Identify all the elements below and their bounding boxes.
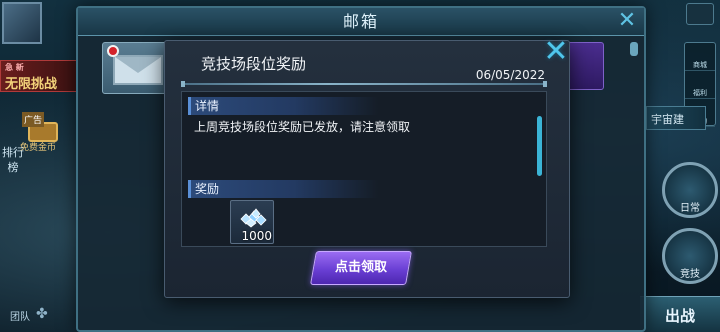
ad-tag: 广告 — [22, 112, 45, 127]
welfare-button[interactable]: 福利 — [685, 71, 715, 99]
shop-button[interactable]: 商城 — [685, 43, 715, 71]
leaderboard-button[interactable]: 排行榜 — [2, 145, 24, 175]
claim-button[interactable]: 点击领取 — [310, 251, 412, 285]
player-avatar[interactable] — [2, 2, 42, 44]
daily-button[interactable]: 日常 — [662, 162, 718, 218]
mail-date: 06/05/2022 — [475, 68, 545, 82]
free-gold-label: 免费金币 — [20, 143, 57, 153]
challenge-banner-badge: 急 新 — [5, 63, 24, 72]
settings-icon[interactable] — [686, 3, 714, 25]
team-icon[interactable]: ✤ — [36, 306, 56, 322]
claim-button-label: 点击领取 — [334, 260, 387, 275]
reward-count: 1000 — [241, 229, 272, 243]
unread-dot-icon — [107, 45, 119, 57]
rewards-section-label: 奖励 — [188, 180, 378, 198]
team-label[interactable]: 团队 — [10, 308, 30, 323]
details-section-label: 详情 — [188, 97, 378, 115]
close-icon[interactable]: ✕ — [543, 37, 569, 67]
arena-button[interactable]: 竞技 — [662, 228, 718, 284]
content-scrollbar[interactable] — [537, 116, 542, 176]
mailbox-title: 邮箱 — [78, 8, 644, 36]
mail-detail-dialog: 竞技场段位奖励 ✕ 06/05/2022 详情 上周竞技场段位奖励已发放，请注意… — [164, 37, 570, 298]
diamond-pile-icon — [240, 208, 267, 228]
mail-title: 竞技场段位奖励 — [201, 55, 307, 73]
close-icon[interactable]: ✕ — [616, 10, 638, 32]
reward-item[interactable]: 1000 — [230, 200, 274, 244]
envelope-icon — [113, 55, 163, 85]
title-divider — [181, 81, 547, 87]
mailbox-scrollbar[interactable] — [630, 42, 638, 56]
mail-content: 详情 上周竞技场段位奖励已发放，请注意领取 奖励 1000 — [181, 91, 547, 247]
details-text: 上周竞技场段位奖励已发放，请注意领取 — [194, 120, 411, 134]
challenge-banner[interactable]: 急 新 无限挑战 — [0, 60, 78, 92]
free-gold-button[interactable]: 广告 免费金币 — [20, 112, 64, 154]
challenge-banner-label: 无限挑战 — [5, 77, 58, 92]
battle-button[interactable]: 出战 — [640, 296, 720, 332]
universe-button[interactable]: 宇宙建 — [646, 106, 706, 130]
